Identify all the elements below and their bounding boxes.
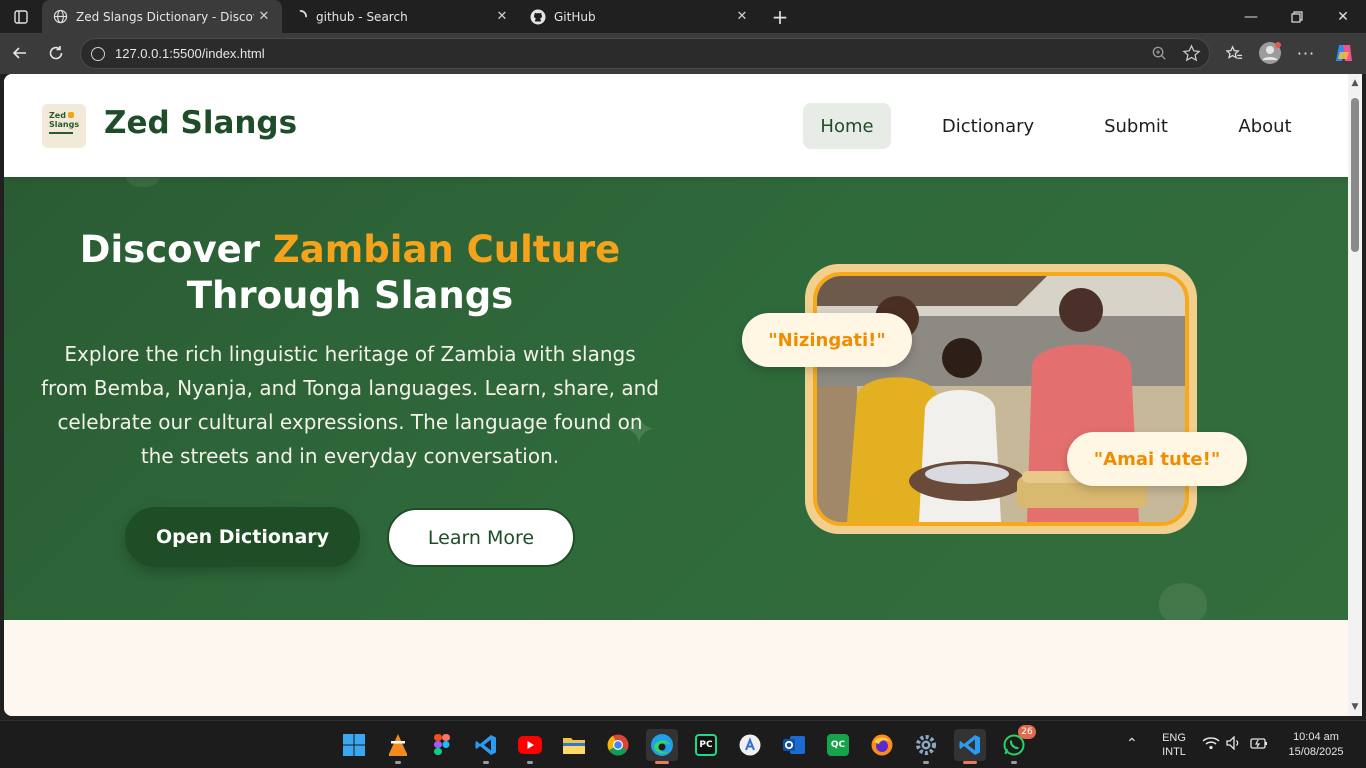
tab-github-search[interactable]: github - Search ✕ bbox=[282, 0, 520, 33]
tab-title: GitHub bbox=[554, 9, 596, 24]
browser-toolbar: 127.0.0.1:5500/index.html ··· bbox=[0, 33, 1366, 74]
learn-more-button[interactable]: Learn More bbox=[387, 508, 575, 567]
pycharm-icon[interactable]: PC bbox=[690, 729, 722, 761]
site-info-icon[interactable] bbox=[91, 47, 105, 61]
tab-zed-slangs[interactable]: Zed Slangs Dictionary - Discover Z ✕ bbox=[42, 0, 282, 33]
brand-name[interactable]: Zed Slangs bbox=[104, 105, 297, 141]
qc-icon[interactable]: QC bbox=[822, 729, 854, 761]
market-scene-image bbox=[813, 272, 1189, 526]
app-store-icon[interactable] bbox=[734, 729, 766, 761]
logo-text-line2: Slangs bbox=[49, 120, 80, 129]
vscode-icon[interactable] bbox=[954, 729, 986, 764]
scrollbar-thumb[interactable] bbox=[1351, 98, 1359, 252]
hero-title: Discover Zambian Culture Through Slangs bbox=[4, 227, 696, 319]
language-indicator[interactable]: ENG INTL bbox=[1156, 731, 1192, 759]
firefox-icon[interactable] bbox=[866, 729, 898, 761]
new-tab-icon[interactable]: + bbox=[768, 5, 792, 29]
language-line2: INTL bbox=[1162, 746, 1186, 758]
active-indicator bbox=[963, 761, 977, 764]
close-window-icon[interactable]: ✕ bbox=[1320, 0, 1366, 33]
url-text: 127.0.0.1:5500/index.html bbox=[115, 46, 265, 61]
clock-time: 10:04 am bbox=[1293, 731, 1339, 743]
favorites-icon[interactable] bbox=[1220, 39, 1248, 67]
running-indicator bbox=[923, 761, 929, 764]
logo-text-line1: Zed bbox=[49, 111, 66, 120]
hero-title-part1: Discover bbox=[79, 228, 273, 271]
content-section bbox=[4, 620, 1348, 716]
address-bar[interactable]: 127.0.0.1:5500/index.html bbox=[80, 38, 1210, 69]
slang-bubble: "Amai tute!" bbox=[1067, 432, 1247, 486]
clock-date: 15/08/2025 bbox=[1288, 746, 1344, 758]
hero-title-accent: Zambian Culture bbox=[272, 228, 621, 271]
profile-avatar-icon[interactable] bbox=[1256, 39, 1284, 67]
vscode-icon[interactable] bbox=[470, 729, 502, 764]
settings-icon[interactable] bbox=[910, 729, 942, 764]
browser-tab-bar: Zed Slangs Dictionary - Discover Z ✕ git… bbox=[0, 0, 1366, 33]
loading-icon bbox=[292, 9, 308, 25]
edge-icon[interactable] bbox=[646, 729, 678, 764]
back-icon[interactable] bbox=[6, 39, 34, 67]
tab-title: github - Search bbox=[316, 9, 408, 24]
windows-start-icon[interactable] bbox=[338, 729, 370, 761]
outlook-icon[interactable] bbox=[778, 729, 810, 761]
globe-icon bbox=[52, 9, 68, 25]
decorative-leaf bbox=[124, 177, 162, 187]
windows-taskbar: PC QC 26 ⌃ ENG INTL 10:04 am 15/08/2025 bbox=[0, 720, 1366, 768]
battery-icon[interactable] bbox=[1250, 736, 1268, 753]
language-line1: ENG bbox=[1162, 732, 1186, 744]
running-indicator bbox=[483, 761, 489, 764]
vlc-icon[interactable] bbox=[382, 729, 414, 764]
site-logo[interactable]: Zed Slangs bbox=[42, 104, 86, 148]
tab-actions-icon[interactable] bbox=[8, 4, 34, 30]
nav-about[interactable]: About bbox=[1218, 103, 1312, 149]
hero-title-part2: Through Slangs bbox=[186, 274, 514, 317]
figma-icon[interactable] bbox=[426, 729, 458, 761]
site-header: Zed Slangs Zed Slangs Home Dictionary Su… bbox=[4, 74, 1348, 177]
running-indicator bbox=[527, 761, 533, 764]
favorite-star-icon[interactable] bbox=[1182, 44, 1201, 67]
file-explorer-icon[interactable] bbox=[558, 729, 590, 761]
logo-underline bbox=[49, 132, 73, 134]
close-tab-icon[interactable]: ✕ bbox=[254, 7, 274, 27]
github-icon bbox=[530, 9, 546, 25]
notification-badge: 26 bbox=[1018, 725, 1036, 739]
minimize-icon[interactable]: — bbox=[1228, 0, 1274, 33]
page-scrollbar[interactable]: ▲ ▼ bbox=[1348, 74, 1362, 716]
scroll-up-icon[interactable]: ▲ bbox=[1350, 78, 1360, 88]
volume-icon[interactable] bbox=[1226, 735, 1242, 753]
whatsapp-icon[interactable]: 26 bbox=[998, 725, 1036, 764]
tab-github[interactable]: GitHub ✕ bbox=[520, 0, 760, 33]
decorative-leaf bbox=[1159, 583, 1207, 620]
slang-bubble: "Nizingati!" bbox=[742, 313, 912, 367]
active-indicator bbox=[655, 761, 669, 764]
nav-home[interactable]: Home bbox=[803, 103, 891, 149]
copilot-icon[interactable] bbox=[1330, 39, 1358, 67]
hero-section: ✦ Discover Zambian Culture Through Slang… bbox=[4, 177, 1348, 620]
zoom-icon[interactable] bbox=[1151, 45, 1168, 66]
nav-submit[interactable]: Submit bbox=[1084, 103, 1188, 149]
chrome-icon[interactable] bbox=[602, 729, 634, 761]
reload-icon[interactable] bbox=[42, 39, 70, 67]
more-options-icon[interactable]: ··· bbox=[1292, 39, 1320, 67]
hero-description: Explore the rich linguistic heritage of … bbox=[41, 342, 659, 468]
close-tab-icon[interactable]: ✕ bbox=[492, 7, 512, 27]
page-viewport: Zed Slangs Zed Slangs Home Dictionary Su… bbox=[4, 74, 1348, 716]
restore-icon[interactable] bbox=[1274, 0, 1320, 33]
speaker-icon bbox=[67, 112, 74, 118]
youtube-icon[interactable] bbox=[514, 729, 546, 764]
chevron-up-icon[interactable]: ⌃ bbox=[1126, 735, 1138, 752]
nav-dictionary[interactable]: Dictionary bbox=[924, 103, 1052, 149]
wifi-icon[interactable] bbox=[1202, 736, 1220, 753]
hero-image-frame bbox=[805, 264, 1197, 534]
running-indicator bbox=[395, 761, 401, 764]
clock[interactable]: 10:04 am 15/08/2025 bbox=[1280, 730, 1352, 760]
tab-title: Zed Slangs Dictionary - Discover Z bbox=[76, 9, 254, 24]
running-indicator bbox=[1011, 761, 1017, 764]
close-tab-icon[interactable]: ✕ bbox=[732, 7, 752, 27]
open-dictionary-button[interactable]: Open Dictionary bbox=[125, 507, 360, 567]
scroll-down-icon[interactable]: ▼ bbox=[1350, 702, 1360, 712]
